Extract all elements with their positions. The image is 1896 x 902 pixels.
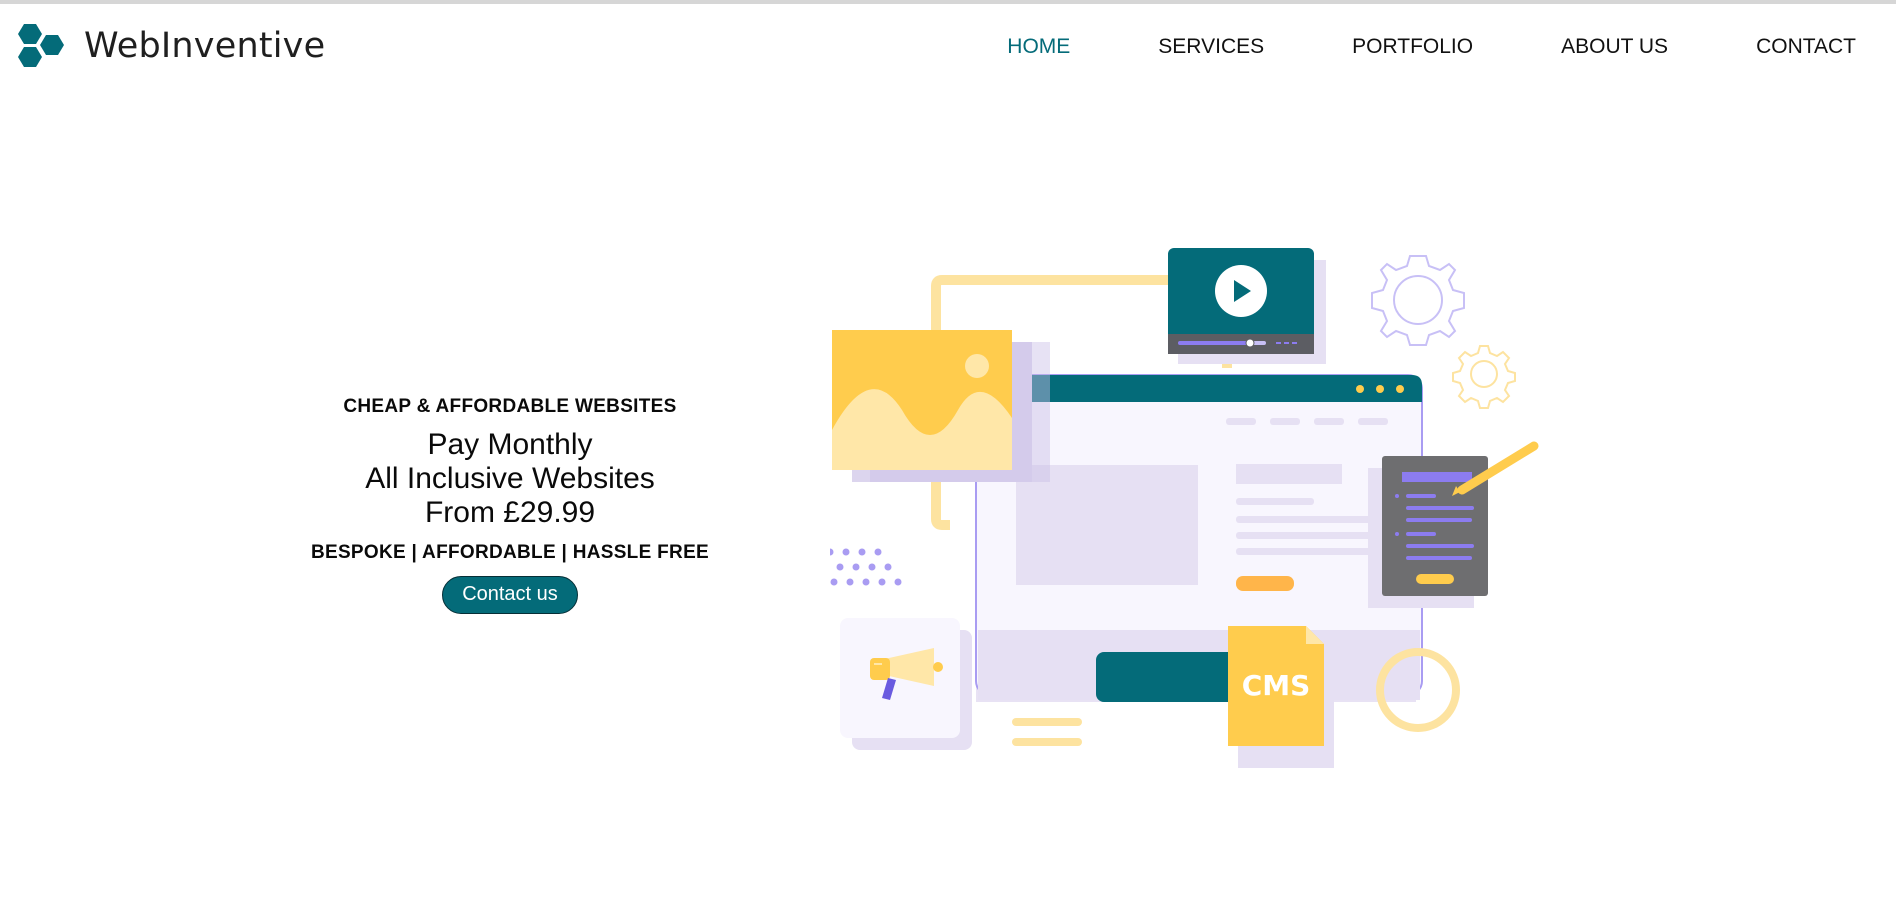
main-nav: HOME SERVICES PORTFOLIO ABOUT US CONTACT bbox=[919, 35, 1856, 59]
video-player-icon bbox=[1168, 248, 1326, 364]
megaphone-icon bbox=[840, 618, 972, 750]
brand-name: WebInventive bbox=[84, 26, 326, 66]
dot-grid bbox=[830, 548, 902, 586]
logo-link[interactable]: WebInventive bbox=[16, 22, 325, 70]
hero-section: CHEAP & AFFORDABLE WEBSITES Pay Monthly … bbox=[210, 396, 810, 614]
headline-line-1: Pay Monthly bbox=[427, 428, 593, 461]
site-header: WebInventive HOME SERVICES PORTFOLIO ABO… bbox=[0, 4, 1896, 92]
hero-tagline: CHEAP & AFFORDABLE WEBSITES bbox=[343, 396, 677, 417]
hexagon-cluster-icon bbox=[18, 24, 64, 67]
hero-features: BESPOKE | AFFORDABLE | HASSLE FREE bbox=[310, 542, 710, 563]
headline-line-2: All Inclusive Websites bbox=[365, 462, 655, 495]
nav-about-us[interactable]: ABOUT US bbox=[1561, 35, 1668, 59]
nav-portfolio[interactable]: PORTFOLIO bbox=[1352, 35, 1473, 59]
cms-file-icon: CMS bbox=[1228, 626, 1334, 768]
small-gear-icon bbox=[1452, 345, 1516, 409]
nav-contact[interactable]: CONTACT bbox=[1756, 35, 1856, 59]
gear-icon bbox=[1371, 255, 1465, 346]
image-card-icon bbox=[832, 330, 1050, 482]
contact-us-button[interactable]: Contact us bbox=[442, 576, 578, 614]
hero-illustration: CMS bbox=[830, 248, 1539, 768]
document-pencil-icon bbox=[1368, 441, 1539, 608]
hero-headline: Pay Monthly All Inclusive Websites From … bbox=[210, 428, 810, 530]
cms-label: CMS bbox=[1242, 669, 1311, 702]
nav-home[interactable]: HOME bbox=[1007, 35, 1070, 59]
headline-line-3: From £29.99 bbox=[424, 496, 596, 529]
nav-services[interactable]: SERVICES bbox=[1158, 35, 1264, 59]
